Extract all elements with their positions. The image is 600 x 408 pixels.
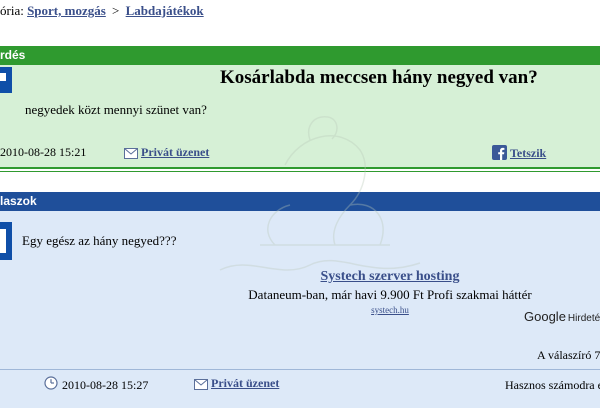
question-header-label: rdés	[0, 48, 26, 62]
ad-url-link[interactable]: systech.hu	[220, 305, 560, 315]
avatar	[0, 222, 12, 260]
private-message-link[interactable]: Privát üzenet	[211, 376, 279, 390]
envelope-icon	[194, 379, 208, 390]
question-panel: Kosárlabda meccsen hány negyed van? negy…	[0, 65, 600, 167]
question-title: Kosárlabda meccsen hány negyed van?	[220, 67, 538, 88]
ads-label: Hirdeté	[567, 313, 600, 324]
private-message-link[interactable]: Privát üzenet	[141, 145, 209, 159]
answer-private-message[interactable]: Privát üzenet	[194, 376, 279, 391]
useful-label: Hasznos számodra e	[505, 378, 600, 392]
clock-icon	[44, 376, 58, 390]
envelope-icon	[124, 148, 138, 159]
google-ads-label[interactable]: Google Hirdeté	[524, 308, 600, 326]
answers-header-bar: laszok	[0, 192, 600, 211]
avatar	[0, 67, 12, 93]
responder-stats: A válaszíró 7	[537, 348, 600, 362]
google-logo: Google	[524, 309, 566, 324]
question-date: 2010-08-28 15:21	[0, 145, 87, 159]
breadcrumb-category-link[interactable]: Sport, mozgás	[27, 3, 106, 18]
ad-title-link[interactable]: Systech szerver hosting	[220, 269, 560, 285]
like-link[interactable]: Tetszik	[510, 146, 546, 160]
breadcrumb-prefix: ória:	[0, 3, 24, 18]
answers-header-label: laszok	[0, 194, 37, 208]
question-private-message[interactable]: Privát üzenet	[124, 145, 209, 160]
divider	[0, 167, 600, 169]
ad-description: Dataneum-ban, már havi 9.900 Ft Profi sz…	[248, 287, 532, 302]
facebook-icon	[492, 145, 507, 160]
answer-date: 2010-08-28 15:27	[62, 378, 149, 392]
question-header-bar: rdés	[0, 46, 600, 65]
question-like[interactable]: Tetszik	[492, 145, 546, 161]
divider	[0, 171, 600, 172]
ad-block: Systech szerver hosting Dataneum-ban, má…	[220, 269, 560, 315]
answer-panel: Egy egész az hány negyed??? Systech szer…	[0, 211, 600, 408]
breadcrumb-separator: >	[112, 3, 120, 18]
divider	[0, 369, 600, 370]
answer-body: Egy egész az hány negyed???	[22, 233, 177, 248]
question-body: negyedek közt mennyi szünet van?	[25, 102, 207, 117]
breadcrumb: ória: Sport, mozgás > Labdajátékok	[0, 3, 204, 19]
breadcrumb-subcategory-link[interactable]: Labdajátékok	[126, 3, 204, 18]
